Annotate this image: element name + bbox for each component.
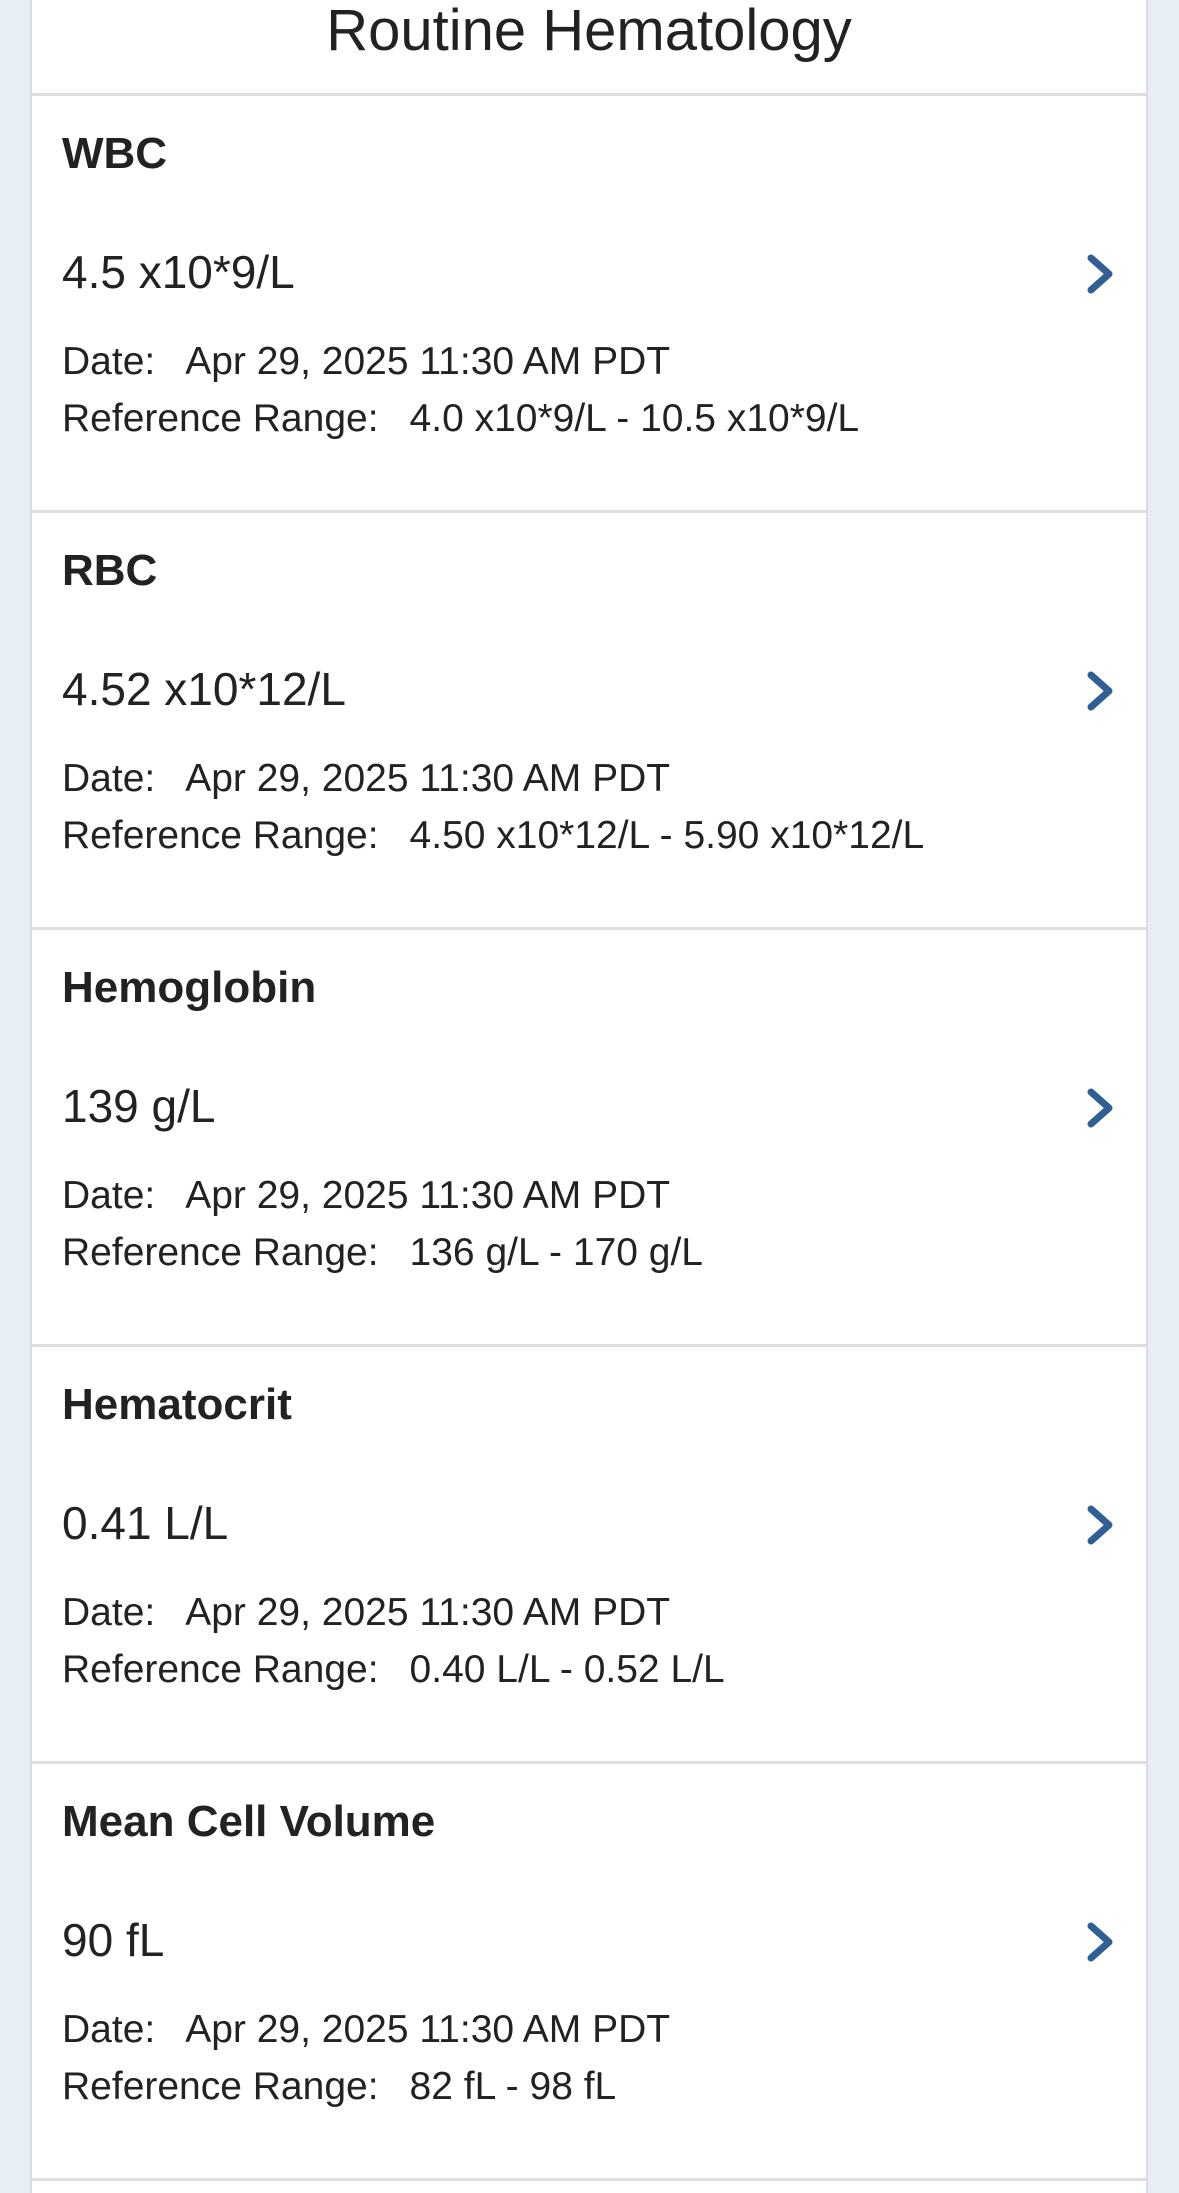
reference-range-row: Reference Range: 4.0 x10*9/L - 10.5 x10*9… bbox=[62, 397, 859, 441]
result-date: Apr 29, 2025 11:30 AM PDT bbox=[185, 1174, 671, 1217]
reference-range-value: 0.40 L/L - 0.52 L/L bbox=[409, 1648, 725, 1691]
reference-range-value: 82 fL - 98 fL bbox=[409, 2065, 617, 2108]
results-panel: Routine Hematology WBC 4.5 x10*9/L Date:… bbox=[30, 0, 1148, 2193]
reference-range-value: 136 g/L - 170 g/L bbox=[409, 1231, 703, 1274]
result-value: 4.5 x10*9/L bbox=[62, 246, 295, 298]
reference-range-row: Reference Range: 82 fL - 98 fL bbox=[62, 2065, 616, 2109]
reference-range-label: Reference Range: bbox=[62, 1231, 379, 1274]
result-date-row: Date: Apr 29, 2025 11:30 AM PDT bbox=[62, 757, 670, 801]
reference-range-row: Reference Range: 136 g/L - 170 g/L bbox=[62, 1231, 703, 1275]
result-value: 90 fL bbox=[62, 1914, 165, 1966]
result-date: Apr 29, 2025 11:30 AM PDT bbox=[185, 1591, 671, 1634]
result-value: 4.52 x10*12/L bbox=[62, 663, 346, 715]
reference-range-value: 4.0 x10*9/L - 10.5 x10*9/L bbox=[409, 397, 860, 440]
result-item-wbc[interactable]: WBC 4.5 x10*9/L Date: Apr 29, 2025 11:30 … bbox=[32, 96, 1146, 513]
result-value: 0.41 L/L bbox=[62, 1497, 229, 1549]
reference-range-label: Reference Range: bbox=[62, 2065, 379, 2108]
result-name: RBC bbox=[62, 546, 158, 595]
result-date-row: Date: Apr 29, 2025 11:30 AM PDT bbox=[62, 2008, 670, 2052]
chevron-right-icon[interactable] bbox=[1082, 1920, 1118, 1964]
date-label: Date: bbox=[62, 2008, 156, 2051]
page-header: Routine Hematology bbox=[32, 0, 1146, 96]
result-date: Apr 29, 2025 11:30 AM PDT bbox=[185, 340, 671, 383]
reference-range-label: Reference Range: bbox=[62, 814, 379, 857]
reference-range-row: Reference Range: 0.40 L/L - 0.52 L/L bbox=[62, 1648, 725, 1692]
result-item-hematocrit[interactable]: Hematocrit 0.41 L/L Date: Apr 29, 2025 11… bbox=[32, 1347, 1146, 1764]
chevron-right-icon[interactable] bbox=[1082, 252, 1118, 296]
result-name: WBC bbox=[62, 129, 168, 178]
reference-range-value: 4.50 x10*12/L - 5.90 x10*12/L bbox=[409, 814, 925, 857]
date-label: Date: bbox=[62, 340, 156, 383]
result-date-row: Date: Apr 29, 2025 11:30 AM PDT bbox=[62, 340, 670, 384]
date-label: Date: bbox=[62, 757, 156, 800]
date-label: Date: bbox=[62, 1591, 156, 1634]
result-name: Mean Cell Volume bbox=[62, 1797, 436, 1846]
reference-range-row: Reference Range: 4.50 x10*12/L - 5.90 x10… bbox=[62, 814, 924, 858]
result-date-row: Date: Apr 29, 2025 11:30 AM PDT bbox=[62, 1591, 670, 1635]
result-name: Hemoglobin bbox=[62, 963, 317, 1012]
chevron-right-icon[interactable] bbox=[1082, 669, 1118, 713]
result-item-rbc[interactable]: RBC 4.52 x10*12/L Date: Apr 29, 2025 11:3… bbox=[32, 513, 1146, 930]
date-label: Date: bbox=[62, 1174, 156, 1217]
result-name: Hematocrit bbox=[62, 1380, 292, 1429]
reference-range-label: Reference Range: bbox=[62, 397, 379, 440]
chevron-right-icon[interactable] bbox=[1082, 1503, 1118, 1547]
result-date: Apr 29, 2025 11:30 AM PDT bbox=[185, 757, 671, 800]
reference-range-label: Reference Range: bbox=[62, 1648, 379, 1691]
result-value: 139 g/L bbox=[62, 1080, 216, 1132]
result-date-row: Date: Apr 29, 2025 11:30 AM PDT bbox=[62, 1174, 670, 1218]
result-item-mean-cell-volume[interactable]: Mean Cell Volume 90 fL Date: Apr 29, 2025… bbox=[32, 1764, 1146, 2181]
chevron-right-icon[interactable] bbox=[1082, 1086, 1118, 1130]
result-item-hemoglobin[interactable]: Hemoglobin 139 g/L Date: Apr 29, 2025 11:… bbox=[32, 930, 1146, 1347]
result-date: Apr 29, 2025 11:30 AM PDT bbox=[185, 2008, 671, 2051]
page-title: Routine Hematology bbox=[326, 0, 852, 63]
